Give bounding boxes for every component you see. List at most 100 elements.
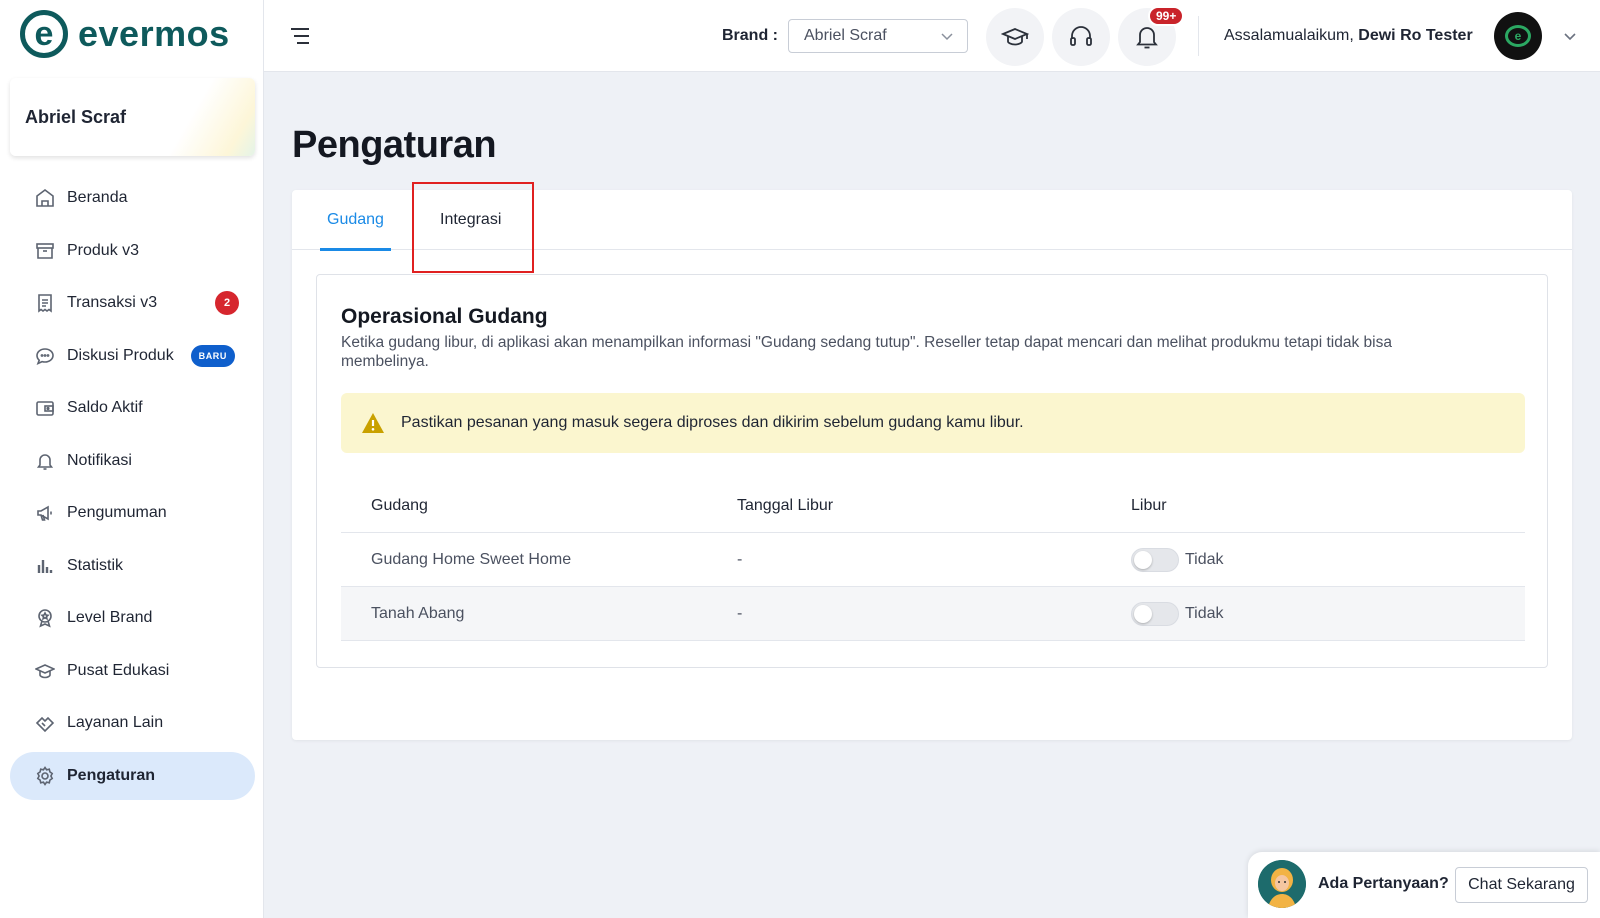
education-button[interactable] <box>986 8 1044 66</box>
sidebar-item-label: Produk v3 <box>67 241 140 259</box>
sidebar-item-label: Pusat Edukasi <box>67 661 170 679</box>
warehouse-name: Tanah Abang <box>371 604 465 622</box>
gear-icon <box>35 765 55 786</box>
notification-button[interactable]: 99+ <box>1118 6 1185 66</box>
box-icon <box>35 241 55 261</box>
chat-bubble-icon <box>35 346 55 366</box>
warehouse-operations-panel: Operasional Gudang Ketika gudang libur, … <box>316 274 1548 668</box>
warehouse-table: Gudang Tanggal Libur Libur Gudang Home S… <box>341 479 1525 641</box>
sidebar-item-level-brand[interactable]: Level Brand <box>10 594 255 642</box>
tab-gudang[interactable]: Gudang <box>320 190 391 251</box>
sidebar-item-label: Pengumuman <box>67 504 167 521</box>
sidebar-item-label: Layanan Lain <box>67 714 164 731</box>
new-badge: BARU <box>190 344 235 367</box>
brand-label: Brand : <box>722 27 778 44</box>
store-name: Abriel Scraf <box>25 106 127 127</box>
evermos-logo-text: evermos <box>78 13 230 54</box>
chat-question: Ada Pertanyaan? <box>1318 875 1449 892</box>
column-header-gudang: Gudang <box>371 496 428 514</box>
settings-card: Gudang Integrasi Operasional Gudang Keti… <box>292 190 1572 740</box>
holiday-status: Tidak <box>1185 550 1224 568</box>
sidebar-item-label: Level Brand <box>67 609 153 626</box>
sidebar-item-saldo-aktif[interactable]: Saldo Aktif <box>10 384 255 432</box>
sidebar: e evermos Abriel Scraf Beranda Produk v3… <box>0 0 264 918</box>
home-icon <box>35 188 55 208</box>
wallet-icon <box>35 398 55 418</box>
tab-integrasi-label: Integrasi <box>440 211 502 228</box>
sidebar-item-label: Saldo Aktif <box>67 399 143 416</box>
holiday-date: - <box>737 550 743 568</box>
settings-tabs: Gudang Integrasi <box>292 190 1572 251</box>
sidebar-item-label: Diskusi Produk <box>67 346 174 364</box>
brand-select-value: Abriel Scraf <box>804 27 887 44</box>
sidebar-item-label: Statistik <box>67 556 124 574</box>
holiday-date: - <box>737 604 743 622</box>
section-title: Operasional Gudang <box>341 305 548 328</box>
avatar-logo-icon: e <box>1505 25 1531 47</box>
menu-toggle-icon[interactable] <box>288 24 312 48</box>
sidebar-item-transaksi[interactable]: Transaksi v3 2 <box>10 279 255 327</box>
sidebar-item-pengaturan[interactable]: Pengaturan <box>10 751 255 800</box>
chevron-down-icon <box>939 28 955 49</box>
profile-chevron-down-icon[interactable] <box>1562 28 1578 49</box>
sidebar-nav: Beranda Produk v3 Transaksi v3 2 Diskusi… <box>10 174 255 804</box>
bar-chart-icon <box>35 556 55 576</box>
sidebar-item-statistik[interactable]: Statistik <box>10 542 255 590</box>
tab-integrasi[interactable]: Integrasi <box>440 190 501 250</box>
bell-icon <box>1136 27 1158 49</box>
table-header: Gudang Tanggal Libur Libur <box>341 479 1525 533</box>
support-button[interactable] <box>1052 8 1110 66</box>
chat-now-button[interactable]: Chat Sekarang <box>1455 867 1588 903</box>
user-name: Dewi Ro Tester <box>1358 27 1473 44</box>
medal-icon <box>35 608 55 628</box>
tab-gudang-label: Gudang <box>327 211 384 228</box>
sidebar-item-label: Pengaturan <box>67 766 156 784</box>
receipt-icon <box>35 293 55 313</box>
warning-icon <box>362 413 384 433</box>
sidebar-item-produk[interactable]: Produk v3 <box>10 227 255 275</box>
sidebar-item-pusat-edukasi[interactable]: Pusat Edukasi <box>10 647 255 695</box>
sidebar-item-pengumuman[interactable]: Pengumuman <box>10 489 255 537</box>
warning-alert: Pastikan pesanan yang masuk segera dipro… <box>341 393 1525 453</box>
sidebar-item-beranda[interactable]: Beranda <box>10 174 255 222</box>
holiday-cell: Tidak <box>1131 601 1525 626</box>
sidebar-item-label: Beranda <box>67 189 128 206</box>
notification-count-badge: 99+ <box>1148 6 1185 26</box>
holiday-toggle[interactable] <box>1131 547 1179 572</box>
page-title: Pengaturan <box>292 124 497 166</box>
headset-icon <box>1070 26 1092 46</box>
column-header-libur: Libur <box>1131 496 1167 514</box>
chat-widget: Ada Pertanyaan? Chat Sekarang <box>1248 852 1600 918</box>
handshake-icon <box>35 713 55 733</box>
warehouse-name: Gudang Home Sweet Home <box>371 550 572 568</box>
sidebar-item-notifikasi[interactable]: Notifikasi <box>10 437 255 485</box>
top-bar: Brand : Abriel Scraf 99+ Assalamualaikum… <box>264 0 1600 72</box>
column-header-tanggal-libur: Tanggal Libur <box>737 496 834 514</box>
evermos-logo-icon: e <box>20 10 68 58</box>
greeting-prefix: Assalamualaikum, <box>1224 27 1359 44</box>
chat-now-label: Chat Sekarang <box>1468 876 1575 893</box>
transaksi-count-badge: 2 <box>215 291 239 315</box>
holiday-cell: Tidak <box>1131 547 1525 572</box>
graduation-cap-icon <box>1001 28 1029 46</box>
table-row: Tanah Abang - Tidak <box>341 587 1525 641</box>
alert-text: Pastikan pesanan yang masuk segera dipro… <box>401 414 1024 431</box>
greeting: Assalamualaikum, Dewi Ro Tester <box>1224 27 1473 45</box>
bell-icon <box>35 451 55 471</box>
sidebar-item-layanan-lain[interactable]: Layanan Lain <box>10 699 255 747</box>
megaphone-icon <box>35 503 55 523</box>
section-description: Ketika gudang libur, di aplikasi akan me… <box>341 334 1392 370</box>
header-divider <box>1198 16 1199 56</box>
support-agent-avatar <box>1258 860 1306 908</box>
holiday-status: Tidak <box>1185 604 1224 622</box>
avatar[interactable]: e <box>1494 12 1542 60</box>
sidebar-item-label: Transaksi v3 <box>67 294 158 311</box>
evermos-logo[interactable]: e evermos <box>20 10 230 58</box>
store-card[interactable]: Abriel Scraf <box>10 78 255 156</box>
sidebar-item-label: Notifikasi <box>67 451 132 469</box>
graduation-cap-icon <box>35 661 55 681</box>
holiday-toggle[interactable] <box>1131 601 1179 626</box>
sidebar-item-diskusi-produk[interactable]: Diskusi Produk BARU <box>10 332 255 380</box>
table-row: Gudang Home Sweet Home - Tidak <box>341 533 1525 587</box>
brand-select[interactable]: Abriel Scraf <box>788 19 968 53</box>
